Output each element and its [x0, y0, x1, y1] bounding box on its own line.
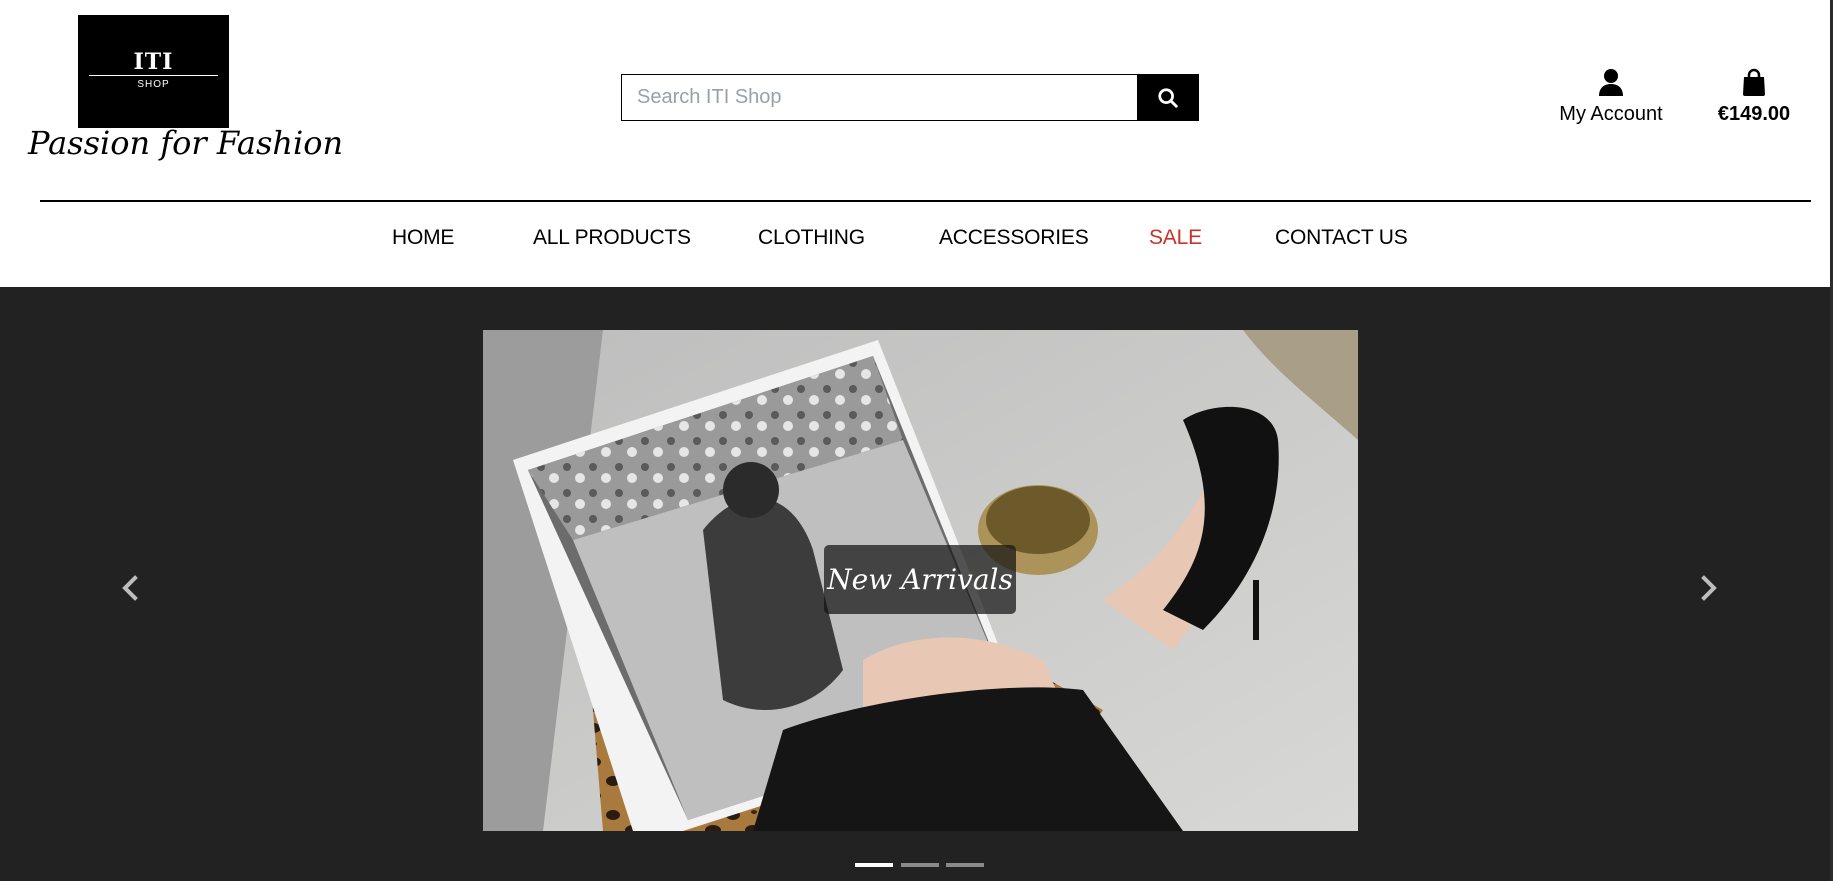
carousel-next-button[interactable]	[1694, 570, 1724, 606]
main-nav: HOME ALL PRODUCTS CLOTHING ACCESSORIES S…	[0, 226, 1830, 256]
my-account-label: My Account	[1559, 103, 1663, 125]
search-icon	[1158, 87, 1178, 108]
carousel-indicator-1[interactable]	[855, 863, 893, 867]
nav-item-clothing[interactable]: CLOTHING	[758, 226, 865, 250]
carousel-caption: New Arrivals	[824, 545, 1016, 614]
search-button[interactable]	[1137, 74, 1199, 121]
my-account-link[interactable]: My Account	[1550, 68, 1672, 126]
chevron-left-icon	[122, 575, 138, 601]
logo[interactable]: ITI SHOP	[78, 15, 229, 128]
brand-tagline: Passion for Fashion	[28, 124, 344, 162]
shopping-bag-link[interactable]: €149.00	[1708, 68, 1800, 126]
site-header: ITI SHOP Passion for Fashion My Account …	[0, 0, 1830, 287]
logo-sub-text: SHOP	[137, 79, 170, 90]
nav-item-sale[interactable]: SALE	[1149, 226, 1202, 250]
hero-carousel: New Arrivals	[0, 287, 1830, 881]
search-input[interactable]	[621, 74, 1137, 121]
nav-item-all-products[interactable]: ALL PRODUCTS	[533, 226, 691, 250]
shopping-bag-icon	[1743, 68, 1765, 96]
logo-main-text: ITI	[133, 49, 174, 75]
nav-item-contact-us[interactable]: CONTACT US	[1275, 226, 1408, 250]
carousel-indicator-2[interactable]	[901, 863, 939, 867]
chevron-right-icon	[1701, 575, 1717, 601]
nav-item-accessories[interactable]: ACCESSORIES	[939, 226, 1089, 250]
user-icon	[1599, 69, 1623, 96]
bag-total: €149.00	[1717, 103, 1791, 125]
nav-item-home[interactable]: HOME	[392, 226, 454, 250]
carousel-prev-button[interactable]	[115, 570, 145, 606]
carousel-indicator-3[interactable]	[946, 863, 984, 867]
search-form	[621, 74, 1199, 121]
header-divider	[40, 200, 1811, 202]
logo-rule	[89, 75, 218, 76]
